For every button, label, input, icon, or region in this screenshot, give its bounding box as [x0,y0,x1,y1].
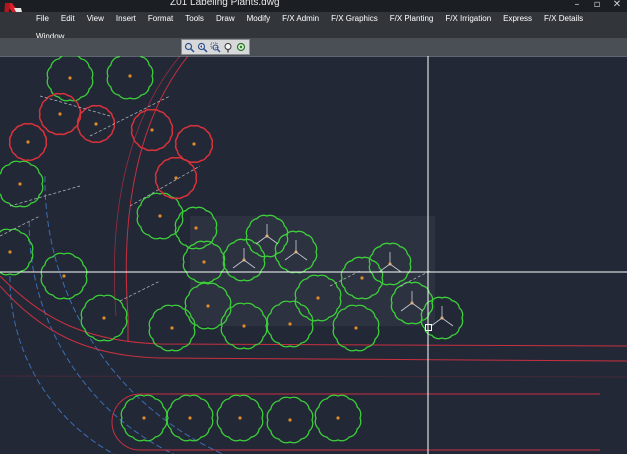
menu-modify[interactable]: Modify [247,13,279,24]
menu-row-main: File Edit View Insert Format Tools Draw … [36,13,595,24]
menu-view[interactable]: View [87,13,112,24]
plant-center-marker [58,112,62,116]
title-bar: Z01 Labeling Plants.dwg – ▫ ✕ [0,0,627,12]
menu-fx-admin[interactable]: F/X Admin [282,13,327,24]
bed-faint-line [0,375,627,378]
plant-center-marker [188,416,192,420]
menu-express[interactable]: Express [503,13,540,24]
plant-center-marker [18,182,22,186]
menu-fx-planting[interactable]: F/X Planting [390,13,442,24]
menu-fx-graphics[interactable]: F/X Graphics [331,13,386,24]
menu-insert[interactable]: Insert [116,13,144,24]
plant-center-marker [288,322,292,326]
minimize-icon[interactable]: – [571,0,583,10]
plant-center-marker [354,326,358,330]
leader-line [0,215,41,237]
plant-center-marker [94,122,98,126]
planting-plan-drawing[interactable] [0,56,627,454]
plant-center-marker [62,274,66,278]
plant-center-marker [8,250,12,254]
zoom-realtime-icon[interactable] [184,41,195,53]
menu-file[interactable]: File [36,13,57,24]
plant-center-marker [202,260,206,264]
crosshair-pickbox [425,324,432,331]
leader-line [89,95,171,137]
plant-center-marker [288,418,292,422]
plant-center-marker [360,276,364,280]
zoom-extents-icon[interactable] [236,41,247,53]
zoom-window-icon[interactable] [210,41,221,53]
plant-center-marker [192,142,196,146]
plant-center-marker [68,76,72,80]
window-controls: – ▫ ✕ [571,0,623,12]
shrub-spoke [441,317,454,327]
zoom-toolbar [181,39,250,55]
menu-tools[interactable]: Tools [185,13,212,24]
pan-icon[interactable] [223,41,234,53]
plant-center-marker [102,316,106,320]
bed-edge-inner-2 [114,56,181,317]
autocad-logo-icon[interactable] [2,0,24,12]
zoom-previous-icon[interactable] [197,41,208,53]
menu-fx-details[interactable]: F/X Details [544,13,591,24]
menu-draw[interactable]: Draw [216,13,243,24]
plant-center-marker [194,226,198,230]
plant-center-marker [316,296,320,300]
plant-center-marker [142,416,146,420]
menu-bar: File Edit View Insert Format Tools Draw … [0,12,627,41]
plant-center-marker [206,304,210,308]
plant-center-marker [242,324,246,328]
window-title: Z01 Labeling Plants.dwg [170,0,280,8]
plant-center-marker [128,74,132,78]
menu-fx-irrigation[interactable]: F/X Irrigation [445,13,499,24]
plant-center-marker [26,140,30,144]
plant-center-marker [150,128,154,132]
plant-center-marker [336,416,340,420]
plant-center-marker [238,416,242,420]
menu-format[interactable]: Format [148,13,181,24]
leader-line [129,165,201,207]
shrub-symbol [0,228,34,276]
plant-center-marker [170,326,174,330]
toolbar-strip [0,38,627,56]
menu-edit[interactable]: Edit [61,13,83,24]
guide-arc-2 [9,275,116,454]
plant-center-marker [158,214,162,218]
plant-center-marker [174,176,178,180]
maximize-icon[interactable]: ▫ [591,0,603,10]
drawing-canvas[interactable] [0,56,627,454]
close-icon[interactable]: ✕ [611,0,623,10]
